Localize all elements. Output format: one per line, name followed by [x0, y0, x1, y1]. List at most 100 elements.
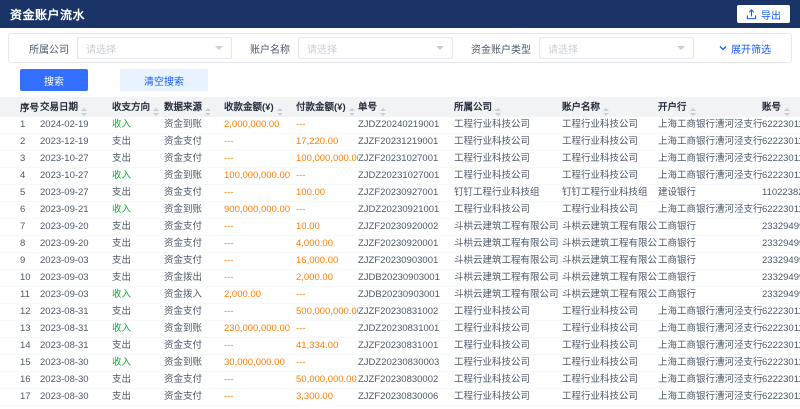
table-cell: --- — [296, 355, 358, 372]
column-header[interactable]: 付款金额(¥) — [296, 97, 358, 117]
column-header[interactable]: 开户行 — [658, 97, 762, 117]
table-cell: 13 — [0, 321, 40, 338]
sort-icon[interactable] — [495, 108, 501, 116]
sort-icon[interactable] — [603, 108, 609, 116]
table-cell: 23329499 — [762, 236, 800, 253]
table-cell: 工程行业科技公司 — [454, 134, 562, 151]
table-cell: 上海工商银行漕河泾支行 — [658, 168, 762, 185]
table-cell: ZJZF20230830006 — [358, 389, 454, 406]
table-cell: ZJZF20230920002 — [358, 219, 454, 236]
table-cell: 支出 — [112, 134, 164, 151]
table-cell: 工程行业科技公司 — [562, 202, 658, 219]
table-cell: 资金支付 — [164, 253, 224, 270]
table-cell: 10 — [0, 270, 40, 287]
column-header[interactable]: 单号 — [358, 97, 454, 117]
sort-icon[interactable] — [81, 108, 87, 116]
table-cell: 钉钉工程行业科技组 — [562, 185, 658, 202]
table-cell: 收入 — [112, 202, 164, 219]
table-cell: ZJDZ20240219001 — [358, 117, 454, 134]
table-cell: 2023-08-31 — [40, 338, 112, 355]
table-cell: 支出 — [112, 151, 164, 168]
table-row: 72023-09-20支出资金支付---10.00ZJZF20230920002… — [0, 219, 800, 236]
column-header[interactable]: 账号 — [762, 97, 800, 117]
filter-select-account-type[interactable]: 请选择 — [539, 37, 694, 59]
flow-table: 序号交易日期收支方向数据来源收款金额(¥)付款金额(¥)单号所属公司账户名称开户… — [0, 97, 800, 406]
table-cell: 上海工商银行漕河泾支行 — [658, 151, 762, 168]
chevron-down-icon — [215, 46, 223, 54]
table-cell: 12 — [0, 304, 40, 321]
table-cell: 斗栱云建筑工程有限公司 — [454, 219, 562, 236]
table-cell: 上海工商银行漕河泾支行 — [658, 202, 762, 219]
table-cell: ZJZF20230830002 — [358, 372, 454, 389]
table-cell: 11 — [0, 287, 40, 304]
table-cell: 工商银行 — [658, 287, 762, 304]
table-cell: 2,000,000.00 — [224, 117, 296, 134]
sort-icon[interactable] — [349, 108, 355, 116]
filter-select-company[interactable]: 请选择 — [77, 37, 232, 59]
expand-filters-link[interactable]: 展开筛选 — [718, 41, 771, 56]
table-cell: ZJDZ20231027001 — [358, 168, 454, 185]
table-cell: 17 — [0, 389, 40, 406]
table-cell: 工商银行 — [658, 236, 762, 253]
table-cell: 支出 — [112, 389, 164, 406]
table-cell: 钉钉工程行业科技组 — [454, 185, 562, 202]
table-row: 122023-08-31支出资金支付---500,000,000.00ZJZF2… — [0, 304, 800, 321]
column-header[interactable]: 所属公司 — [454, 97, 562, 117]
table-row: 52023-09-27支出资金支付---100.00ZJZF2023092700… — [0, 185, 800, 202]
table-cell: 工程行业科技公司 — [562, 355, 658, 372]
table-cell: 62223011 — [762, 389, 800, 406]
filter-field: 账户名称 请选择 — [250, 37, 453, 59]
table-cell: 62223011 — [762, 338, 800, 355]
table-cell: 斗栱云建筑工程有限公司 — [562, 287, 658, 304]
table-cell: 工程行业科技公司 — [562, 304, 658, 321]
table-row: 132023-08-31收入资金到账230,000,000.00---ZJDZ2… — [0, 321, 800, 338]
table-cell: --- — [296, 321, 358, 338]
table-cell: 11022382 — [762, 185, 800, 202]
table-cell: 资金到账 — [164, 202, 224, 219]
filter-select-account-name[interactable]: 请选择 — [298, 37, 453, 59]
export-button[interactable]: 导出 — [737, 5, 790, 23]
table-cell: 15 — [0, 355, 40, 372]
table-row: 42023-10-27收入资金到账100,000,000.00---ZJDZ20… — [0, 168, 800, 185]
table-cell: 工程行业科技公司 — [562, 338, 658, 355]
table-cell: --- — [296, 117, 358, 134]
table-cell: 50,000,000.00 — [296, 372, 358, 389]
select-placeholder: 请选择 — [307, 41, 337, 56]
table-cell: 23329499 — [762, 253, 800, 270]
table-cell: 工程行业科技公司 — [454, 355, 562, 372]
table-row: 162023-08-30支出资金支付---50,000,000.00ZJZF20… — [0, 372, 800, 389]
table-cell: 斗栱云建筑工程有限公司 — [562, 236, 658, 253]
table-cell: 上海工商银行漕河泾支行 — [658, 321, 762, 338]
sort-icon[interactable] — [205, 108, 211, 116]
table-cell: 资金到账 — [164, 321, 224, 338]
table-cell: 工程行业科技公司 — [454, 117, 562, 134]
column-header[interactable]: 账户名称 — [562, 97, 658, 117]
sort-icon[interactable] — [690, 108, 696, 116]
sort-icon[interactable] — [153, 108, 159, 116]
table-cell: 7 — [0, 219, 40, 236]
table-cell: 41,334.00 — [296, 338, 358, 355]
filter-label: 所属公司 — [29, 41, 69, 56]
column-label: 交易日期 — [40, 102, 78, 113]
filter-field: 所属公司请选择 — [29, 37, 232, 59]
sort-icon[interactable] — [277, 108, 283, 116]
table-cell: 资金拨入 — [164, 287, 224, 304]
column-header[interactable]: 数据来源 — [164, 97, 224, 117]
sort-icon[interactable] — [380, 108, 386, 116]
column-header[interactable]: 收支方向 — [112, 97, 164, 117]
table-cell: 上海工商银行漕河泾支行 — [658, 134, 762, 151]
filter-panel: 所属公司请选择账户名称请选择资金账户类型请选择 展开筛选 — [8, 33, 792, 63]
column-header[interactable]: 交易日期 — [40, 97, 112, 117]
table-cell: 工程行业科技公司 — [562, 134, 658, 151]
export-icon — [746, 9, 757, 20]
page-title: 资金账户流水 — [10, 6, 85, 23]
filter-label: 账户名称 — [250, 41, 290, 56]
table-cell: 62223011 — [762, 372, 800, 389]
chevron-down-icon — [677, 46, 685, 54]
column-header[interactable]: 收款金额(¥) — [224, 97, 296, 117]
search-button[interactable]: 搜索 — [20, 69, 88, 91]
clear-search-button[interactable]: 清空搜索 — [120, 69, 208, 91]
column-label: 开户行 — [658, 102, 687, 113]
table-cell: 资金支付 — [164, 134, 224, 151]
sort-icon[interactable] — [784, 108, 790, 116]
